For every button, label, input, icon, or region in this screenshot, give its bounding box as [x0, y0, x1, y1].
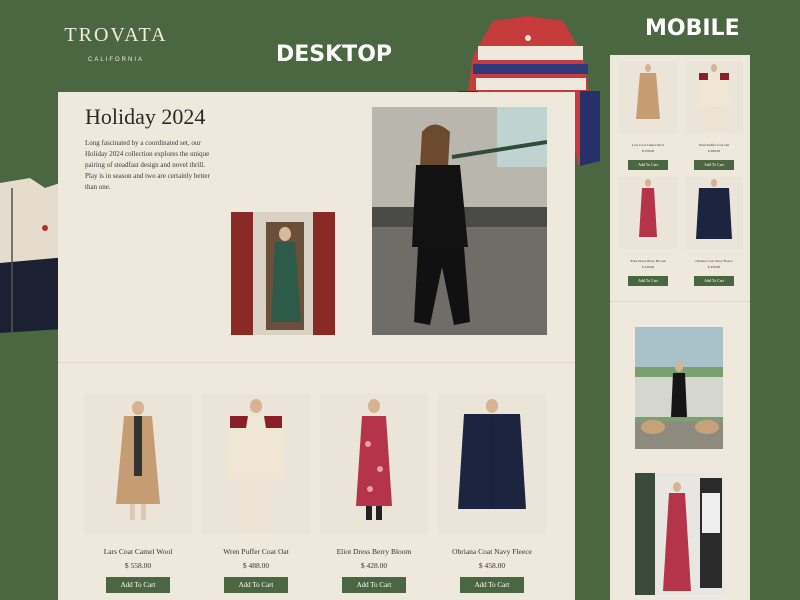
product-price: $ 558.00: [124, 561, 152, 570]
product-image[interactable]: [84, 394, 192, 534]
editorial-photo-dogs: [635, 327, 723, 449]
product-price: $ 458.00: [478, 561, 506, 570]
section-divider: [610, 301, 750, 302]
product-image[interactable]: [320, 394, 428, 534]
product-image[interactable]: [619, 61, 677, 133]
section-divider: [58, 362, 575, 363]
product-name[interactable]: Eliot Dress Berry Bloom: [320, 547, 428, 556]
product-price: $ 558.00: [641, 149, 655, 153]
product-price: $ 428.00: [641, 265, 655, 269]
product-image[interactable]: [685, 61, 743, 133]
mobile-product-card[interactable]: Obriana Coat Navy Fleece $ 458.00 Add To…: [685, 177, 743, 287]
mobile-preview: Lars Coat Camel Wool $ 558.00 Add To Car…: [610, 55, 750, 600]
mobile-product-card[interactable]: Eliot Dress Berry Bloom $ 428.00 Add To …: [619, 177, 677, 287]
product-name[interactable]: Eliot Dress Berry Bloom: [619, 259, 677, 263]
add-to-cart-button[interactable]: Add To Cart: [694, 160, 734, 170]
mobile-label: MOBILE: [645, 16, 740, 41]
product-name[interactable]: Obriana Coat Navy Fleece: [438, 547, 546, 556]
add-to-cart-button[interactable]: Add To Cart: [460, 577, 524, 593]
product-name[interactable]: Lars Coat Camel Wool: [619, 143, 677, 147]
desktop-label: DESKTOP: [276, 42, 393, 67]
product-price: $ 488.00: [242, 561, 270, 570]
page-title: Holiday 2024: [85, 104, 206, 129]
product-card[interactable]: Obriana Coat Navy Fleece $ 458.00 Add To…: [438, 394, 546, 593]
product-card[interactable]: Eliot Dress Berry Bloom $ 428.00 Add To …: [320, 394, 428, 593]
product-image[interactable]: [619, 177, 677, 249]
editorial-photo-railing: [372, 107, 547, 335]
mobile-product-card[interactable]: Lars Coat Camel Wool $ 558.00 Add To Car…: [619, 61, 677, 171]
add-to-cart-button[interactable]: Add To Cart: [628, 160, 668, 170]
desktop-preview: Holiday 2024 Long fascinated by a coordi…: [58, 92, 575, 600]
brand-logo: TROVATA CALIFORNIA: [60, 24, 172, 63]
brand-name: TROVATA: [64, 24, 168, 46]
product-name[interactable]: Lars Coat Camel Wool: [84, 547, 192, 556]
mobile-product-card[interactable]: Wren Puffer Coat Oat $ 488.00 Add To Car…: [685, 61, 743, 171]
product-name[interactable]: Wren Puffer Coat Oat: [202, 547, 310, 556]
collection-description: Long fascinated by a coordinated set, ou…: [85, 139, 210, 191]
product-image[interactable]: [685, 177, 743, 249]
product-card[interactable]: Wren Puffer Coat Oat $ 488.00 Add To Car…: [202, 394, 310, 593]
add-to-cart-button[interactable]: Add To Cart: [628, 276, 668, 286]
add-to-cart-button[interactable]: Add To Cart: [106, 577, 170, 593]
product-image[interactable]: [438, 394, 546, 534]
brand-subtitle: CALIFORNIA: [87, 57, 144, 63]
add-to-cart-button[interactable]: Add To Cart: [694, 276, 734, 286]
add-to-cart-button[interactable]: Add To Cart: [224, 577, 288, 593]
editorial-photo-doorway: [231, 212, 335, 335]
product-card[interactable]: Lars Coat Camel Wool $ 558.00 Add To Car…: [84, 394, 192, 593]
add-to-cart-button[interactable]: Add To Cart: [342, 577, 406, 593]
editorial-photo-doorway-dress: [635, 473, 725, 595]
product-price: $ 428.00: [360, 561, 388, 570]
product-name[interactable]: Obriana Coat Navy Fleece: [685, 259, 743, 263]
product-price: $ 488.00: [707, 149, 721, 153]
product-name[interactable]: Wren Puffer Coat Oat: [685, 143, 743, 147]
product-price: $ 458.00: [707, 265, 721, 269]
product-image[interactable]: [202, 394, 310, 534]
